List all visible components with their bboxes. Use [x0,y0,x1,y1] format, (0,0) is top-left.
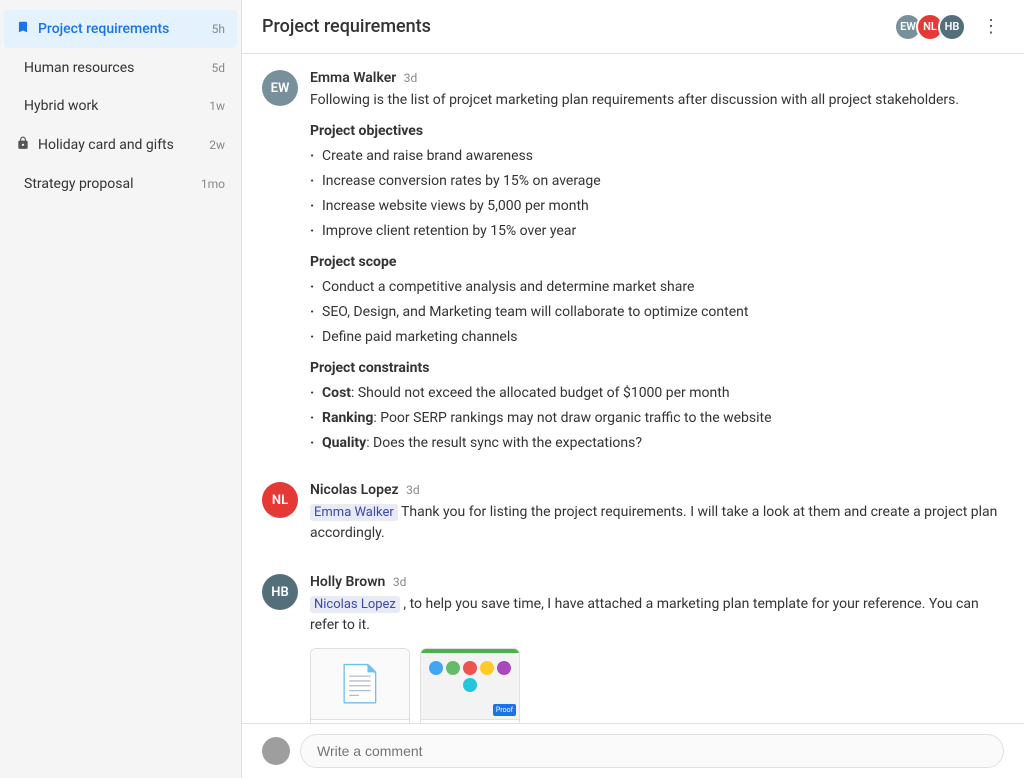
section-title-objectives: Project objectives [310,121,1004,142]
dot-yellow [480,661,494,675]
sidebar-item-time: 1w [209,99,225,113]
avatar-nicolas-comment: NL [262,482,298,518]
attachment-pdf-preview: 📄 [311,649,409,719]
comment-holly: HB Holly Brown 3d Nicolas Lopez , to hel… [262,574,1004,723]
avatar-emma-comment: EW [262,70,298,106]
avatar-holly-comment: HB [262,574,298,610]
sidebar-item-label: Human resources [24,60,203,76]
comment-input[interactable] [300,734,1004,768]
pdf-icon: 📄 [338,657,383,711]
dot-purple [497,661,511,675]
header-avatars: EW NL HB [894,13,966,41]
bookmark-icon [16,20,30,38]
list-item: Increase conversion rates by 15% on aver… [310,171,1004,192]
comment-time-nicolas: 3d [406,483,420,497]
main-panel: Project requirements EW NL HB ⋮ EW Emma … [242,0,1024,778]
dot-cyan [463,678,477,692]
proof-logo: Proof [493,704,516,717]
scope-list: Conduct a competitive analysis and deter… [310,277,1004,348]
sidebar-item-strategy-proposal[interactable]: Strategy proposal 1mo [4,166,237,202]
list-item: Quality: Does the result sync with the e… [310,433,1004,454]
attachments-list: 📄 Marketing-plan.... Proof this file 2h [310,648,1004,723]
sidebar-item-label: Strategy proposal [24,176,193,192]
list-item: Define paid marketing channels [310,327,1004,348]
dot-green [446,661,460,675]
comment-text-holly: Nicolas Lopez , to help you save time, I… [310,594,1004,723]
list-item: SEO, Design, and Marketing team will col… [310,302,1004,323]
sidebar-item-time: 2w [209,138,225,152]
attachment-image[interactable]: Proof Marketing-stra.... Proof this file… [420,648,520,723]
sidebar-item-hybrid-work[interactable]: Hybrid work 1w [4,88,237,124]
attachment-image-preview: Proof [421,649,519,719]
comment-emma: EW Emma Walker 3d Following is the list … [262,70,1004,458]
mention-nicolas: Nicolas Lopez [310,596,400,613]
sidebar-item-time: 1mo [201,177,225,191]
list-item: Improve client retention by 15% over yea… [310,221,1004,242]
avatar-holly: HB [938,13,966,41]
list-item: Conduct a competitive analysis and deter… [310,277,1004,298]
mention-emma: Emma Walker [310,504,398,521]
constraints-list: Cost: Should not exceed the allocated bu… [310,383,1004,454]
more-options-button[interactable]: ⋮ [978,12,1004,41]
bold-quality: Quality [322,435,366,451]
content-area: EW Emma Walker 3d Following is the list … [242,54,1024,723]
comment-intro: Following is the list of projcet marketi… [310,90,1004,111]
comment-text-emma: Following is the list of projcet marketi… [310,90,1004,454]
list-item: Increase website views by 5,000 per mont… [310,196,1004,217]
color-dots-grid [421,649,519,698]
sidebar-item-time: 5d [211,61,225,75]
sidebar-item-label: Hybrid work [24,98,201,114]
comment-author-holly: Holly Brown [310,574,385,590]
sidebar-item-label: Project requirements [38,21,204,37]
bold-ranking: Ranking [322,410,373,426]
sidebar: Project requirements5hHuman resources5dH… [0,0,242,778]
section-title-scope: Project scope [310,252,1004,273]
holly-message: Nicolas Lopez , to help you save time, I… [310,594,1004,636]
comment-time-holly: 3d [393,575,407,589]
comment-text-nicolas: Emma Walker Thank you for listing the pr… [310,502,1004,544]
attachment-image-content: Proof [421,649,519,719]
lock-icon [16,136,30,154]
comment-time-emma: 3d [404,71,418,85]
green-bar [421,649,519,653]
comment-body-emma: Emma Walker 3d Following is the list of … [310,70,1004,458]
list-item: Cost: Should not exceed the allocated bu… [310,383,1004,404]
list-item: Ranking: Poor SERP rankings may not draw… [310,408,1004,429]
comment-body-holly: Holly Brown 3d Nicolas Lopez , to help y… [310,574,1004,723]
attachment-pdf[interactable]: 📄 Marketing-plan.... Proof this file 2h [310,648,410,723]
dot-blue [429,661,443,675]
sidebar-item-label: Holiday card and gifts [38,137,201,153]
dot-red [463,661,477,675]
bold-cost: Cost [322,385,351,401]
nicolas-message: Emma Walker Thank you for listing the pr… [310,502,1004,544]
comment-author-emma: Emma Walker [310,70,396,86]
sidebar-item-human-resources[interactable]: Human resources 5d [4,50,237,86]
comment-nicolas: NL Nicolas Lopez 3d Emma Walker Thank yo… [262,482,1004,550]
list-item: Create and raise brand awareness [310,146,1004,167]
page-title: Project requirements [262,16,894,37]
sidebar-item-time: 5h [212,22,225,36]
header: Project requirements EW NL HB ⋮ [242,0,1024,54]
comment-author-nicolas: Nicolas Lopez [310,482,399,498]
comment-input-area [242,723,1024,778]
objectives-list: Create and raise brand awareness Increas… [310,146,1004,242]
section-title-constraints: Project constraints [310,358,1004,379]
current-user-avatar [262,737,290,765]
sidebar-item-holiday-card[interactable]: Holiday card and gifts 2w [4,126,237,164]
sidebar-item-project-requirements[interactable]: Project requirements 5h [4,10,237,48]
comment-body-nicolas: Nicolas Lopez 3d Emma Walker Thank you f… [310,482,1004,550]
